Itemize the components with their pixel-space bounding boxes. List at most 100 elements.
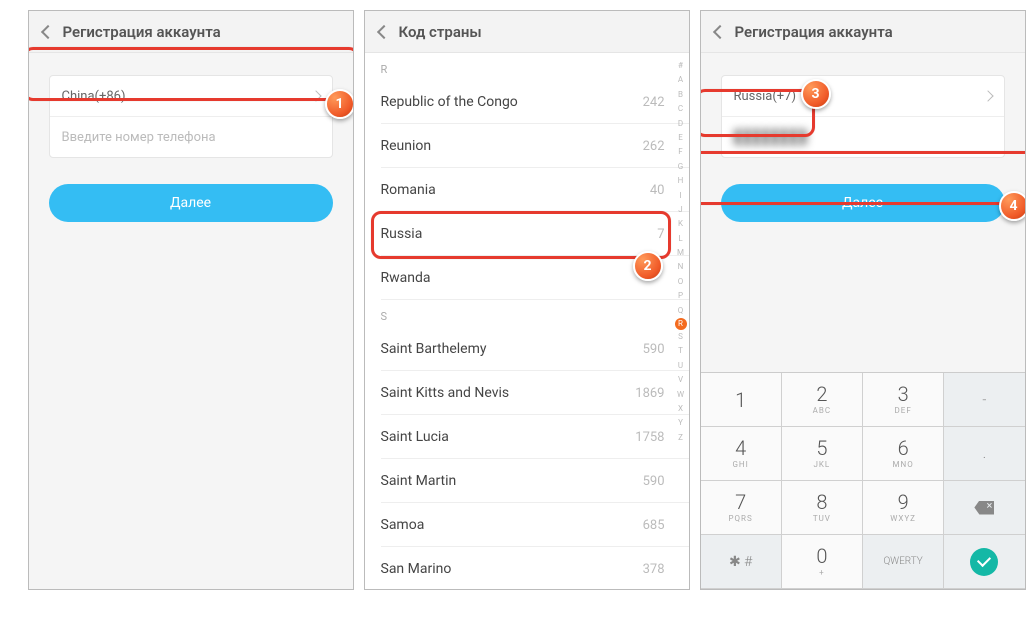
key-0[interactable]: 0+ <box>782 535 863 589</box>
country-name: Saint Kitts and Nevis <box>381 385 510 401</box>
phone-3: Регистрация аккаунта Russia(+7) ████████… <box>700 10 1026 590</box>
backspace-icon <box>974 501 994 515</box>
next-button[interactable]: Далее <box>49 184 333 222</box>
index-E[interactable]: E <box>675 131 687 145</box>
country-item[interactable]: Saint Lucia 1758 <box>365 415 689 459</box>
country-item[interactable]: Reunion 262 <box>365 124 689 168</box>
country-code: 378 <box>643 562 665 577</box>
chevron-right-icon <box>310 90 321 101</box>
page-title: Код страны <box>399 23 482 41</box>
index-V[interactable]: V <box>675 373 687 387</box>
key-bsp[interactable] <box>944 481 1024 535</box>
next-button[interactable]: Далее <box>721 184 1005 222</box>
register-form: China(+86) Далее 1 <box>29 53 353 244</box>
back-icon[interactable] <box>712 24 726 38</box>
index-I[interactable]: I <box>675 189 687 203</box>
country-code: 590 <box>643 474 665 489</box>
country-item[interactable]: Russia7 <box>365 212 689 256</box>
key-4[interactable]: 4GHI <box>701 427 782 481</box>
key-3[interactable]: 3DEF <box>863 373 944 427</box>
index-W[interactable]: W <box>675 388 687 402</box>
input-card: Russia(+7) ████████ <box>721 75 1005 158</box>
key-9[interactable]: 9WXYZ <box>863 481 944 535</box>
key-1[interactable]: 1 <box>701 373 782 427</box>
country-name: Republic of the Congo <box>381 94 518 110</box>
index-T[interactable]: T <box>675 344 687 358</box>
phone-input-filled[interactable]: ████████ <box>722 117 1004 157</box>
section-r: R <box>365 53 689 80</box>
index-N[interactable]: N <box>675 260 687 274</box>
key-2[interactable]: 2ABC <box>782 373 863 427</box>
key--[interactable]: - <box>944 373 1024 427</box>
country-item[interactable]: San Marino 378 <box>365 547 689 589</box>
phone-1: Регистрация аккаунта China(+86) Далее 1 <box>28 10 354 590</box>
country-selector[interactable]: Russia(+7) <box>722 76 1004 116</box>
index-A[interactable]: A <box>675 73 687 87</box>
country-name: San Marino <box>381 561 452 577</box>
country-name: Reunion <box>381 138 432 154</box>
index-X[interactable]: X <box>675 402 687 416</box>
country-code: 242 <box>643 95 665 110</box>
index-P[interactable]: P <box>675 289 687 303</box>
key-6[interactable]: 6MNO <box>863 427 944 481</box>
country-value: China(+86) <box>62 89 126 104</box>
country-code: 1758 <box>635 430 664 445</box>
country-selector[interactable]: China(+86) <box>50 76 332 116</box>
back-icon[interactable] <box>376 24 390 38</box>
country-item[interactable]: Rwanda <box>365 256 689 300</box>
key-8[interactable]: 8TUV <box>782 481 863 535</box>
index-L[interactable]: L <box>675 232 687 246</box>
index-G[interactable]: G <box>675 160 687 174</box>
country-name: Rwanda <box>381 270 431 286</box>
index-U[interactable]: U <box>675 359 687 373</box>
page-title: Регистрация аккаунта <box>735 23 893 41</box>
key-✱ #[interactable]: ✱ # <box>701 535 782 589</box>
key-.[interactable]: . <box>944 427 1024 481</box>
key-5[interactable]: 5JKL <box>782 427 863 481</box>
index-B[interactable]: B <box>675 88 687 102</box>
index-J[interactable]: J <box>675 203 687 217</box>
country-value: Russia(+7) <box>734 89 797 104</box>
index-O[interactable]: O <box>675 275 687 289</box>
index-K[interactable]: K <box>675 217 687 231</box>
index-R[interactable]: R <box>675 318 687 330</box>
tutorial-stage: Регистрация аккаунта China(+86) Далее 1 … <box>10 10 1033 615</box>
back-icon[interactable] <box>40 24 54 38</box>
country-item[interactable]: Samoa 685 <box>365 503 689 547</box>
country-name: Saint Barthelemy <box>381 341 487 357</box>
key-ok[interactable] <box>944 535 1024 589</box>
key-7[interactable]: 7PQRS <box>701 481 782 535</box>
section-s: S <box>365 300 689 327</box>
index-M[interactable]: M <box>675 246 687 260</box>
country-list[interactable]: R Republic of the Congo 242 Reunion 262 Roma… <box>365 53 689 589</box>
numeric-keypad: 12ABC3DEF- 4GHI5JKL6MNO. 7PQRS8TUV9WXYZ ✱ #… <box>701 372 1025 589</box>
index-Y[interactable]: Y <box>675 416 687 430</box>
country-item[interactable]: Republic of the Congo 242 <box>365 80 689 124</box>
page-title: Регистрация аккаунта <box>63 23 221 41</box>
country-item[interactable]: Saint Martin590 <box>365 459 689 503</box>
index-F[interactable]: F <box>675 145 687 159</box>
country-item[interactable]: Saint Kitts and Nevis 1869 <box>365 371 689 415</box>
country-item[interactable]: Romania 40 <box>365 168 689 212</box>
country-item[interactable]: Saint Barthelemy590 <box>365 327 689 371</box>
index-#[interactable]: # <box>675 59 687 73</box>
phone-2: Код страны R Republic of the Congo 242 Reu… <box>364 10 690 590</box>
key-QWERTY[interactable]: QWERTY <box>863 535 944 589</box>
phone-input[interactable] <box>50 117 332 157</box>
country-code: 685 <box>643 518 665 533</box>
country-code: 7 <box>657 227 664 242</box>
index-C[interactable]: C <box>675 102 687 116</box>
country-name: Romania <box>381 182 436 198</box>
country-code: 262 <box>643 139 665 154</box>
phone-value-masked: ████████ <box>734 129 808 145</box>
alpha-index[interactable]: #ABCDEFGHIJKLMNOPQRSTUVWXYZ <box>675 59 687 589</box>
country-code: 40 <box>650 183 665 198</box>
index-Z[interactable]: Z <box>675 431 687 445</box>
input-card: China(+86) <box>49 75 333 158</box>
index-H[interactable]: H <box>675 174 687 188</box>
index-D[interactable]: D <box>675 117 687 131</box>
index-S[interactable]: S <box>675 330 687 344</box>
country-name: Saint Lucia <box>381 429 449 445</box>
country-code: 1869 <box>635 386 664 401</box>
country-name: Samoa <box>381 517 425 533</box>
